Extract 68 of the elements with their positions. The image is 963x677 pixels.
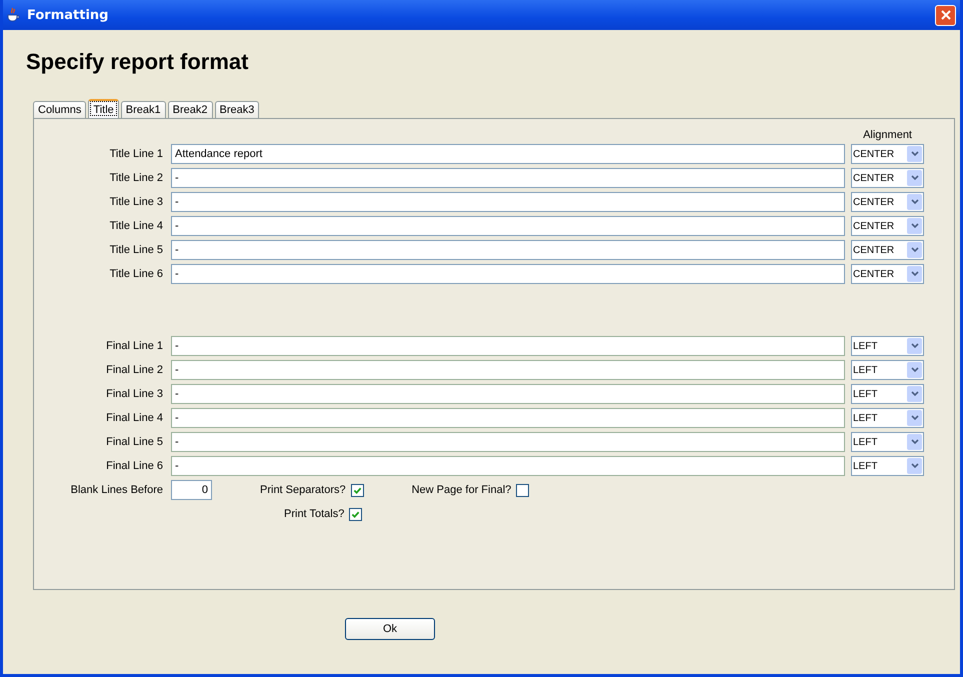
text-field[interactable]: - (171, 192, 845, 212)
checkbox[interactable] (516, 484, 530, 496)
text-field[interactable]: - (171, 264, 845, 284)
checkbox[interactable] (350, 484, 364, 496)
window-title: Formatting (27, 8, 110, 22)
tab[interactable]: Break1 (120, 101, 166, 118)
caret-icon (910, 389, 920, 399)
field-label: Title Line 2 (108, 172, 164, 184)
tab[interactable]: Columns (33, 101, 86, 118)
field-label: Title Line 6 (108, 268, 164, 280)
field-label: Final Line 4 (105, 412, 164, 424)
field-label: Final Line 2 (105, 364, 164, 376)
checkbox-label: New Page for Final? (412, 484, 512, 496)
alignment-dropdown[interactable]: CENTER (851, 216, 924, 236)
text-field[interactable]: Attendance report (171, 144, 845, 164)
text-field[interactable]: - (171, 432, 845, 452)
alignment-dropdown[interactable]: CENTER (851, 240, 924, 260)
tab[interactable]: Break3 (214, 101, 260, 118)
text-field[interactable]: - (171, 456, 845, 476)
alignment-dropdown[interactable]: LEFT (851, 360, 924, 380)
field-label: Blank Lines Before (70, 484, 164, 496)
alignment-dropdown[interactable]: LEFT (851, 432, 924, 452)
text-field[interactable]: - (171, 408, 845, 428)
field-label: Final Line 6 (105, 460, 164, 472)
caret-icon (910, 437, 920, 447)
text-field[interactable]: - (171, 384, 845, 404)
caret-icon (910, 197, 920, 207)
caret-icon (910, 149, 920, 159)
field-label: Final Line 5 (105, 436, 164, 448)
text-field[interactable]: - (171, 168, 845, 188)
caret-icon (910, 461, 920, 471)
field-label: Title Line 1 (108, 148, 164, 160)
caret-icon (910, 173, 920, 183)
page-heading: Specify report format (26, 49, 250, 76)
field-label: Title Line 4 (108, 220, 164, 232)
checkbox-label: Print Separators? (260, 484, 346, 496)
field-label: Title Line 5 (108, 244, 164, 256)
ok-button[interactable]: Ok (345, 618, 435, 640)
checkbox-label: Print Totals? (284, 508, 344, 520)
text-field[interactable]: - (171, 240, 845, 260)
caret-icon (910, 221, 920, 231)
text-field[interactable]: - (171, 216, 845, 236)
alignment-dropdown[interactable]: CENTER (851, 168, 924, 188)
alignment-dropdown[interactable]: CENTER (851, 264, 924, 284)
alignment-dropdown[interactable]: CENTER (851, 144, 924, 164)
caret-icon (910, 413, 920, 423)
alignment-dropdown[interactable]: LEFT (851, 384, 924, 404)
close-button[interactable] (935, 4, 956, 26)
text-field[interactable]: - (171, 360, 845, 380)
field-label: Final Line 1 (105, 340, 164, 352)
field-label: Final Line 3 (105, 388, 164, 400)
number-field[interactable]: 0 (171, 480, 212, 500)
column-header: Alignment (863, 129, 912, 142)
tab[interactable]: Title (88, 99, 119, 118)
alignment-dropdown[interactable]: LEFT (851, 336, 924, 356)
caret-icon (910, 341, 920, 351)
close-icon (940, 9, 952, 21)
alignment-dropdown[interactable]: LEFT (851, 408, 924, 428)
coffee-cup-icon (5, 7, 21, 23)
text-field[interactable]: - (171, 336, 845, 356)
tab[interactable]: Break2 (168, 101, 212, 118)
caret-icon (910, 269, 920, 279)
alignment-dropdown[interactable]: CENTER (851, 192, 924, 212)
alignment-dropdown[interactable]: LEFT (851, 456, 924, 476)
caret-icon (910, 365, 920, 375)
checkbox[interactable] (349, 508, 362, 520)
caret-icon (910, 245, 920, 255)
field-label: Title Line 3 (108, 196, 164, 208)
